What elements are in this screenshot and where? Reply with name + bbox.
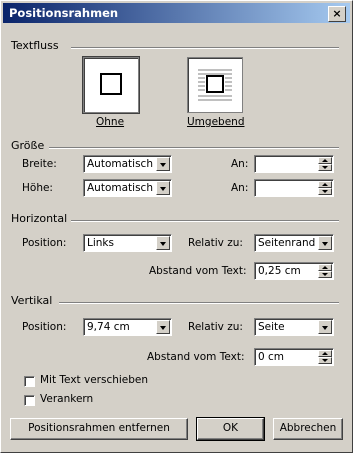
- vertikal-relativ-select[interactable]: Seite: [254, 318, 334, 336]
- an-width-spinner[interactable]: [254, 155, 334, 173]
- horizontal-position-value: Links: [87, 237, 114, 249]
- remove-frame-button[interactable]: Positionsrahmen entfernen: [10, 418, 188, 440]
- mit-text-verschieben-checkbox[interactable]: [24, 376, 35, 387]
- horizontal-relativ-select[interactable]: Seitenrand: [254, 234, 334, 252]
- vertikal-relativ-label: Relativ zu:: [188, 321, 243, 333]
- horizontal-relativ-label: Relativ zu:: [188, 237, 243, 249]
- cancel-button[interactable]: Abbrechen: [273, 418, 343, 440]
- section-groesse-label: Größe: [11, 139, 45, 152]
- chevron-down-icon[interactable]: [318, 236, 332, 250]
- breite-label: Breite:: [22, 158, 57, 170]
- wrap-around-option[interactable]: [187, 57, 243, 113]
- divider: [71, 47, 339, 49]
- spin-up-icon[interactable]: [318, 264, 332, 271]
- wrap-around-label: Umgebend: [187, 116, 245, 128]
- chevron-down-icon[interactable]: [156, 320, 170, 334]
- wrap-none-label: Ohne: [96, 116, 125, 128]
- an-height-spinner[interactable]: [254, 179, 334, 197]
- section-horizontal-label: Horizontal: [11, 212, 68, 225]
- vertikal-abstand-value: 0 cm: [258, 351, 285, 363]
- wrap-none-icon: [100, 73, 122, 95]
- ok-button[interactable]: OK: [196, 417, 265, 441]
- vertikal-position-value: 9,74 cm: [87, 321, 130, 333]
- wrap-around-icon: [198, 69, 232, 101]
- divider: [49, 147, 339, 149]
- an-label-2: An:: [231, 182, 249, 194]
- verankern-checkbox[interactable]: [24, 395, 35, 406]
- breite-value: Automatisch: [87, 158, 153, 170]
- chevron-down-icon[interactable]: [156, 181, 170, 195]
- chevron-down-icon[interactable]: [156, 236, 170, 250]
- divider: [71, 220, 339, 222]
- section-vertikal-label: Vertikal: [11, 294, 53, 307]
- title-bar[interactable]: Positionsrahmen ×: [3, 3, 350, 23]
- dialog-title: Positionsrahmen: [9, 6, 119, 20]
- spin-down-icon[interactable]: [318, 357, 332, 364]
- breite-select[interactable]: Automatisch: [83, 155, 172, 173]
- mit-text-verschieben-label[interactable]: Mit Text verschieben: [40, 374, 148, 386]
- horizontal-relativ-value: Seitenrand: [258, 237, 316, 249]
- verankern-label[interactable]: Verankern: [40, 393, 93, 405]
- hoehe-value: Automatisch: [87, 182, 153, 194]
- section-textfluss-label: Textfluss: [11, 39, 59, 52]
- spin-down-icon[interactable]: [318, 164, 332, 171]
- dialog-window: Positionsrahmen × Textfluss Ohne Umgeben…: [0, 0, 353, 453]
- horizontal-position-select[interactable]: Links: [83, 234, 172, 252]
- horizontal-abstand-spinner[interactable]: 0,25 cm: [254, 262, 334, 280]
- spin-down-icon[interactable]: [318, 271, 332, 278]
- vertikal-relativ-value: Seite: [258, 321, 285, 333]
- an-label-1: An:: [231, 158, 249, 170]
- horizontal-abstand-value: 0,25 cm: [258, 265, 301, 277]
- horizontal-position-label: Position:: [22, 237, 67, 249]
- chevron-down-icon[interactable]: [318, 320, 332, 334]
- wrap-none-option[interactable]: [82, 56, 140, 114]
- vertikal-position-select[interactable]: 9,74 cm: [83, 318, 172, 336]
- spin-up-icon[interactable]: [318, 350, 332, 357]
- vertikal-position-label: Position:: [22, 321, 67, 333]
- vertikal-abstand-spinner[interactable]: 0 cm: [254, 348, 334, 366]
- chevron-down-icon[interactable]: [156, 157, 170, 171]
- spin-up-icon[interactable]: [318, 181, 332, 188]
- spin-up-icon[interactable]: [318, 157, 332, 164]
- horizontal-abstand-label: Abstand vom Text:: [149, 265, 247, 277]
- hoehe-select[interactable]: Automatisch: [83, 179, 172, 197]
- spin-down-icon[interactable]: [318, 188, 332, 195]
- vertikal-abstand-label: Abstand vom Text:: [147, 351, 245, 363]
- divider: [59, 302, 339, 304]
- hoehe-label: Höhe:: [22, 182, 53, 194]
- close-button[interactable]: ×: [328, 6, 346, 22]
